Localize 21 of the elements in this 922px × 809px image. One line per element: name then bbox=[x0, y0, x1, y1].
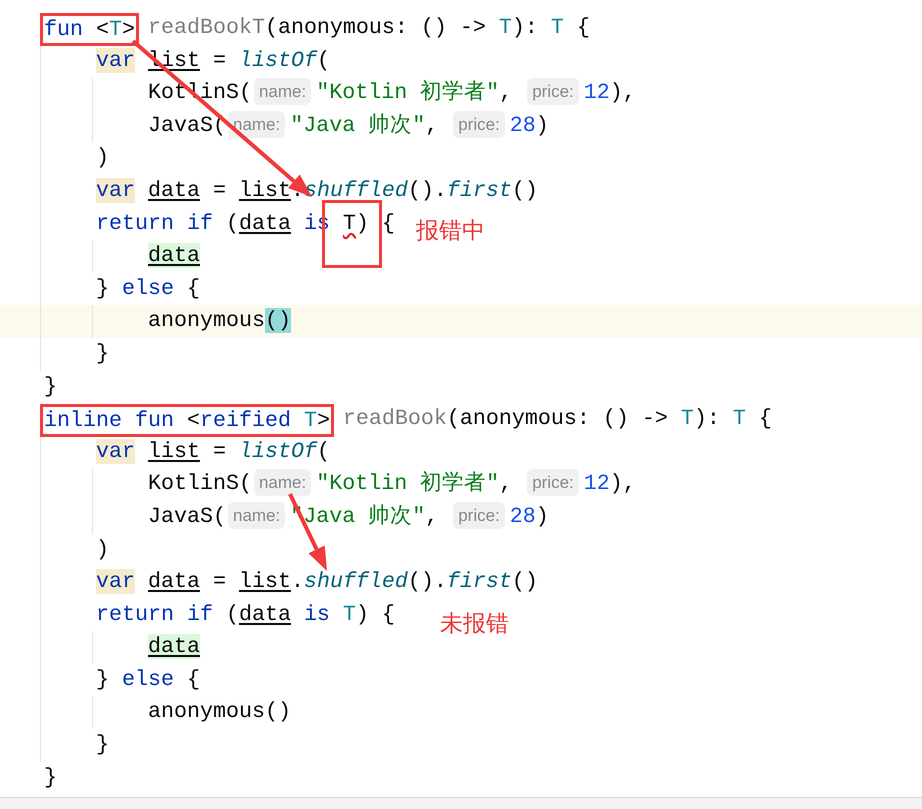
code-line: ) bbox=[96, 536, 109, 564]
code-line: var list = listOf( bbox=[96, 438, 330, 466]
annotation-note: 报错中 bbox=[416, 216, 485, 244]
code-line: readBook(anonymous: () -> T): T { bbox=[342, 406, 772, 432]
annotation-frame: fun <T> bbox=[40, 13, 139, 46]
code-line: } bbox=[96, 340, 109, 368]
code-line: } bbox=[96, 731, 109, 760]
code-line: } bbox=[44, 764, 57, 792]
annotation-frame: inline fun <reified T> bbox=[40, 404, 334, 438]
code-line: anonymous() bbox=[148, 698, 291, 726]
annotation-note: 未报错 bbox=[440, 609, 509, 637]
code-line: } else { bbox=[96, 666, 200, 694]
code-line: } bbox=[44, 372, 57, 401]
code-line: return if (data is T) { bbox=[96, 600, 395, 629]
code-line: JavaS( name: "Java 帅次", price: 28) bbox=[148, 110, 549, 140]
code-line: anonymous() bbox=[148, 307, 291, 336]
code-line: } else { bbox=[96, 274, 200, 303]
code-line: ) bbox=[96, 144, 109, 172]
code-line: KotlinS( name: "Kotlin 初学者", price: 12), bbox=[148, 468, 636, 498]
code-line: readBookT(anonymous: () -> T): T { bbox=[146, 15, 590, 40]
code-line: var data = list.shuffled().first() bbox=[96, 568, 538, 596]
